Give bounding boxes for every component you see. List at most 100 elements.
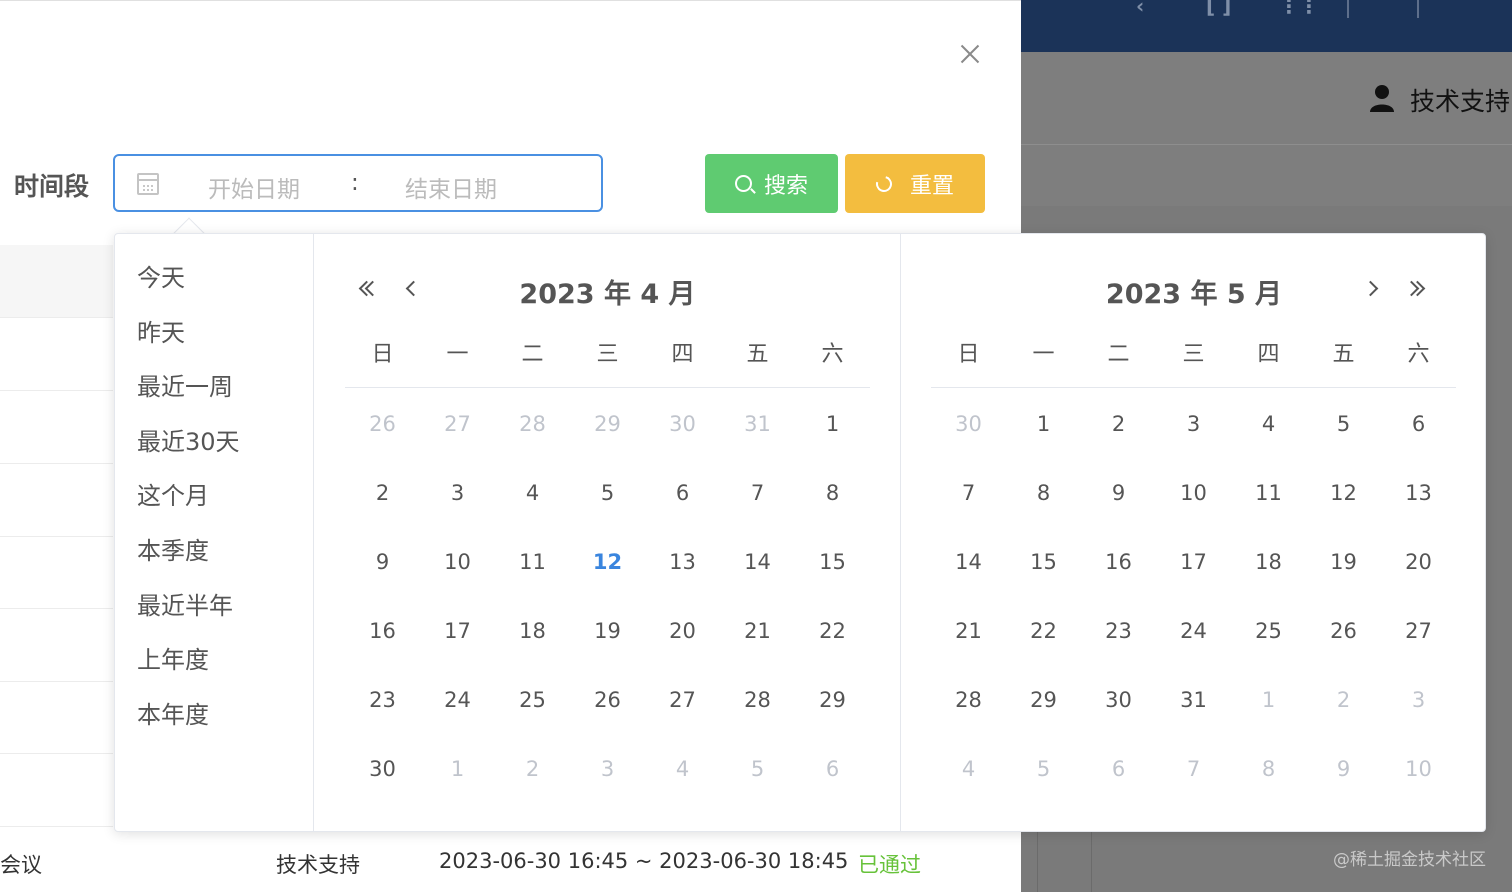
- calendar-day[interactable]: 30: [345, 757, 420, 781]
- date-range-input[interactable]: 开始日期 : 结束日期: [113, 154, 603, 212]
- calendar-day[interactable]: 22: [795, 619, 870, 643]
- calendar-day[interactable]: 4: [645, 757, 720, 781]
- calendar-day[interactable]: 16: [345, 619, 420, 643]
- calendar-day[interactable]: 30: [645, 412, 720, 436]
- calendar-day[interactable]: 5: [570, 481, 645, 505]
- calendar-day[interactable]: 29: [570, 412, 645, 436]
- shortcut-item[interactable]: 最近半年: [137, 586, 233, 621]
- calendar-day[interactable]: 10: [1156, 481, 1231, 505]
- calendar-day[interactable]: 12: [1306, 481, 1381, 505]
- user-menu-label[interactable]: 技术支持: [1410, 82, 1510, 118]
- shortcut-item[interactable]: 上年度: [137, 640, 209, 675]
- shortcut-item[interactable]: 本季度: [137, 531, 209, 566]
- calendar-day[interactable]: 27: [1381, 619, 1456, 643]
- calendar-day[interactable]: 5: [1306, 412, 1381, 436]
- shortcut-item[interactable]: 这个月: [137, 476, 209, 511]
- calendar-day[interactable]: 14: [931, 550, 1006, 574]
- calendar-day[interactable]: 21: [720, 619, 795, 643]
- next-month-button[interactable]: [1361, 276, 1387, 302]
- calendar-day[interactable]: 26: [570, 688, 645, 712]
- calendar-day[interactable]: 6: [1381, 412, 1456, 436]
- calendar-day[interactable]: 4: [495, 481, 570, 505]
- calendar-day[interactable]: 27: [645, 688, 720, 712]
- calendar-day[interactable]: 22: [1006, 619, 1081, 643]
- calendar-day[interactable]: 26: [1306, 619, 1381, 643]
- calendar-day[interactable]: 16: [1081, 550, 1156, 574]
- calendar-day[interactable]: 5: [1006, 757, 1081, 781]
- calendar-day[interactable]: 28: [720, 688, 795, 712]
- start-date-placeholder[interactable]: 开始日期: [208, 170, 300, 204]
- calendar-day[interactable]: 30: [1081, 688, 1156, 712]
- nav-back-icon[interactable]: ‹: [1136, 0, 1144, 18]
- calendar-day[interactable]: 1: [1006, 412, 1081, 436]
- calendar-day[interactable]: 4: [931, 757, 1006, 781]
- calendar-day[interactable]: 15: [795, 550, 870, 574]
- calendar-day[interactable]: 19: [1306, 550, 1381, 574]
- table-row[interactable]: 会议 技术支持 2023-06-30 16:45 ~ 2023-06-30 18…: [0, 833, 1021, 893]
- calendar-day[interactable]: 11: [495, 550, 570, 574]
- calendar-day[interactable]: 23: [345, 688, 420, 712]
- calendar-day[interactable]: 19: [570, 619, 645, 643]
- calendar-day[interactable]: 7: [720, 481, 795, 505]
- end-date-placeholder[interactable]: 结束日期: [405, 170, 497, 204]
- calendar-day[interactable]: 7: [1156, 757, 1231, 781]
- nav-menu-icon[interactable]: ⋮⋮: [1279, 0, 1319, 18]
- calendar-day[interactable]: 17: [420, 619, 495, 643]
- next-year-button[interactable]: [1403, 276, 1432, 302]
- calendar-day[interactable]: 30: [931, 412, 1006, 436]
- calendar-day[interactable]: 31: [1156, 688, 1231, 712]
- calendar-day[interactable]: 8: [1231, 757, 1306, 781]
- calendar-day[interactable]: 3: [1156, 412, 1231, 436]
- calendar-day[interactable]: 2: [345, 481, 420, 505]
- calendar-day[interactable]: 1: [1231, 688, 1306, 712]
- calendar-day[interactable]: 25: [1231, 619, 1306, 643]
- nav-fullscreen-icon[interactable]: [ ]: [1206, 0, 1231, 18]
- calendar-day[interactable]: 11: [1231, 481, 1306, 505]
- calendar-day[interactable]: 31: [720, 412, 795, 436]
- calendar-day[interactable]: 23: [1081, 619, 1156, 643]
- shortcut-item[interactable]: 最近一周: [137, 367, 233, 402]
- calendar-day[interactable]: 2: [1306, 688, 1381, 712]
- reset-button[interactable]: 重置: [845, 154, 985, 213]
- calendar-day[interactable]: 3: [570, 757, 645, 781]
- calendar-day[interactable]: 29: [1006, 688, 1081, 712]
- calendar-day[interactable]: 24: [1156, 619, 1231, 643]
- calendar-day[interactable]: 28: [931, 688, 1006, 712]
- calendar-day[interactable]: 5: [720, 757, 795, 781]
- calendar-day[interactable]: 9: [1081, 481, 1156, 505]
- calendar-day[interactable]: 1: [420, 757, 495, 781]
- calendar-day[interactable]: 2: [1081, 412, 1156, 436]
- calendar-day[interactable]: 4: [1231, 412, 1306, 436]
- calendar-day[interactable]: 13: [1381, 481, 1456, 505]
- user-icon[interactable]: [1369, 84, 1395, 112]
- shortcut-item[interactable]: 今天: [137, 258, 185, 293]
- calendar-day[interactable]: 3: [1381, 688, 1456, 712]
- calendar-day[interactable]: 10: [420, 550, 495, 574]
- calendar-day[interactable]: 27: [420, 412, 495, 436]
- calendar-day[interactable]: 29: [795, 688, 870, 712]
- search-button[interactable]: 搜索: [705, 154, 838, 213]
- calendar-day[interactable]: 24: [420, 688, 495, 712]
- calendar-day[interactable]: 3: [420, 481, 495, 505]
- calendar-day[interactable]: 14: [720, 550, 795, 574]
- shortcut-item[interactable]: 最近30天: [137, 422, 240, 457]
- shortcut-item[interactable]: 本年度: [137, 695, 209, 730]
- calendar-day[interactable]: 8: [795, 481, 870, 505]
- calendar-day[interactable]: 18: [495, 619, 570, 643]
- calendar-day[interactable]: 15: [1006, 550, 1081, 574]
- calendar-day[interactable]: 7: [931, 481, 1006, 505]
- calendar-day-today[interactable]: 12: [570, 550, 645, 574]
- calendar-day[interactable]: 9: [345, 550, 420, 574]
- calendar-day[interactable]: 26: [345, 412, 420, 436]
- calendar-day[interactable]: 28: [495, 412, 570, 436]
- calendar-day[interactable]: 13: [645, 550, 720, 574]
- calendar-day[interactable]: 25: [495, 688, 570, 712]
- calendar-day[interactable]: 9: [1306, 757, 1381, 781]
- calendar-day[interactable]: 6: [1081, 757, 1156, 781]
- calendar-day[interactable]: 17: [1156, 550, 1231, 574]
- calendar-day[interactable]: 2: [495, 757, 570, 781]
- calendar-day[interactable]: 1: [795, 412, 870, 436]
- calendar-day[interactable]: 6: [645, 481, 720, 505]
- calendar-day[interactable]: 6: [795, 757, 870, 781]
- close-button[interactable]: [955, 39, 985, 69]
